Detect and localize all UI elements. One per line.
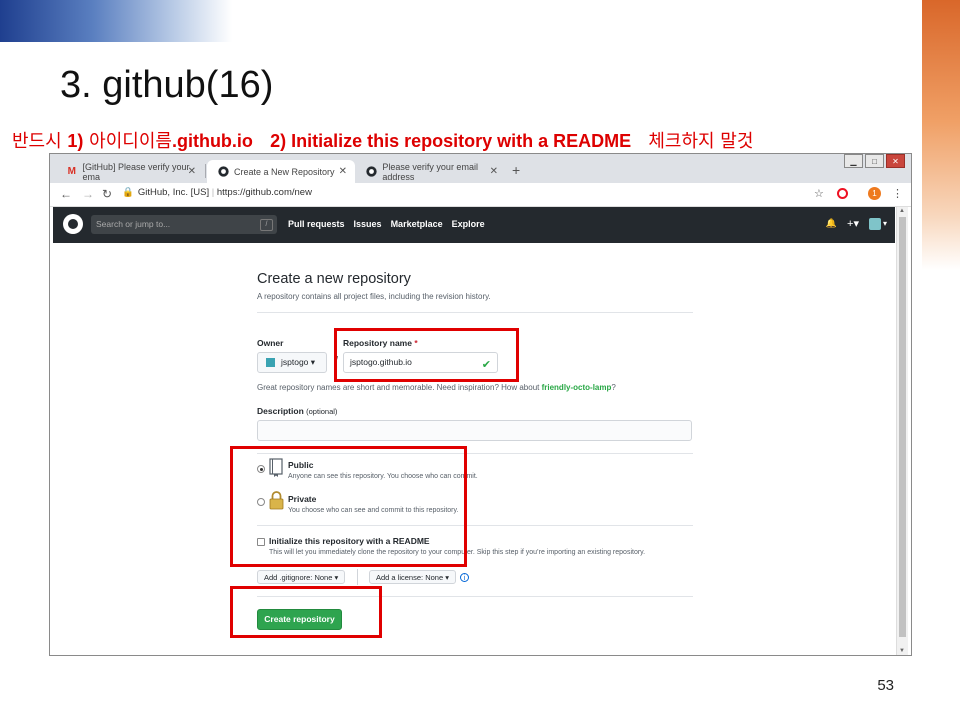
close-icon[interactable]: ✕ <box>188 166 196 177</box>
description-label: Description (optional) <box>257 406 337 416</box>
hint-text: Great repository names are short and mem… <box>257 383 542 392</box>
owner-avatar-icon <box>266 358 275 367</box>
window-close-icon[interactable]: ✕ <box>886 154 905 168</box>
address-bar: ← → ↻ 🔒 GitHub, Inc. [US] | https://githu… <box>50 183 911 207</box>
tab-bar: M [GitHub] Please verify your ema ✕ Crea… <box>50 154 911 183</box>
avatar <box>868 217 881 230</box>
search-input[interactable]: Search or jump to... / <box>91 215 277 234</box>
slide-header-decoration <box>0 0 232 42</box>
minimize-icon[interactable]: ▁ <box>844 154 863 168</box>
new-tab-button[interactable]: + <box>512 162 520 178</box>
browser-screenshot: M [GitHub] Please verify your ema ✕ Crea… <box>49 153 912 656</box>
highlight-create-button <box>230 586 382 638</box>
page-title: Create a new repository <box>257 271 411 287</box>
bookmark-star-icon[interactable]: ☆ <box>814 187 824 200</box>
tab-create-repository[interactable]: Create a New Repository ✕ <box>207 160 355 183</box>
maximize-icon[interactable]: □ <box>865 154 884 168</box>
owner-value: jsptogo ▾ <box>281 357 316 367</box>
owner-label: Owner <box>257 338 284 348</box>
scroll-up-icon[interactable]: ▲ <box>899 208 905 214</box>
profile-avatar[interactable]: 1 <box>868 187 881 200</box>
forward-icon[interactable]: → <box>82 187 94 201</box>
search-shortcut-key: / <box>260 219 273 231</box>
description-input[interactable] <box>257 420 692 441</box>
name-suggestion-hint: Great repository names are short and mem… <box>257 383 616 392</box>
divider <box>357 569 358 585</box>
header-actions: 🔔 +▾ ▾ <box>826 217 887 230</box>
url-org: GitHub, Inc. [US] <box>137 187 210 198</box>
nav-issues[interactable]: Issues <box>354 219 382 229</box>
instruction-step1-domain: .github.io <box>171 131 253 151</box>
description-label-text: Description <box>257 406 304 416</box>
instruction-step2: 2) Initialize this repository with a REA… <box>270 131 632 151</box>
tab-gmail[interactable]: M [GitHub] Please verify your ema ✕ <box>56 160 204 183</box>
window-controls: ▁ □ ✕ <box>844 154 905 168</box>
user-menu[interactable]: ▾ <box>868 217 887 230</box>
nav-marketplace[interactable]: Marketplace <box>391 219 443 229</box>
slide-instruction: 반드시 1) 아이디이름.github.io 2) Initialize thi… <box>12 127 753 153</box>
github-logo-icon[interactable] <box>63 214 83 234</box>
lock-icon: 🔒 <box>122 187 134 198</box>
close-icon[interactable]: ✕ <box>339 166 347 177</box>
url-separator: | <box>211 187 215 198</box>
suggested-name-link[interactable]: friendly-octo-lamp <box>542 383 612 392</box>
instruction-prefix: 반드시 <box>12 131 68 152</box>
info-icon[interactable]: i <box>460 573 469 582</box>
license-dropdown[interactable]: Add a license: None ▾ <box>369 570 456 584</box>
scroll-down-icon[interactable]: ▼ <box>899 648 905 654</box>
instruction-step1-number: 1) <box>67 131 84 151</box>
gmail-icon: M <box>67 166 76 177</box>
slide-side-decoration <box>922 0 960 270</box>
highlight-repository-name <box>334 328 519 382</box>
tab-label: [GitHub] Please verify your ema <box>82 161 190 182</box>
notification-bell-icon[interactable]: 🔔 <box>826 218 837 229</box>
highlight-visibility-readme <box>230 446 467 567</box>
owner-dropdown[interactable]: jsptogo ▾ <box>257 352 327 373</box>
create-new-dropdown[interactable]: +▾ <box>847 217 859 230</box>
gitignore-dropdown[interactable]: Add .gitignore: None ▾ <box>257 570 346 584</box>
github-icon <box>366 166 377 178</box>
page-scrollbar[interactable]: ▲ ▼ <box>896 207 908 655</box>
tab-divider <box>205 164 206 178</box>
page-number: 53 <box>877 677 894 694</box>
divider <box>257 312 693 313</box>
nav-pull-requests[interactable]: Pull requests <box>288 219 345 229</box>
github-header: Search or jump to... / Pull requests Iss… <box>53 207 895 243</box>
reload-icon[interactable]: ↻ <box>102 187 112 201</box>
page-subtitle: A repository contains all project files,… <box>257 292 491 301</box>
slide-title: 3. github(16) <box>60 64 274 106</box>
opera-icon[interactable] <box>837 188 848 199</box>
tab-label: Please verify your email address <box>382 161 478 182</box>
scroll-thumb[interactable] <box>899 217 906 637</box>
chevron-down-icon: ▾ <box>882 219 887 228</box>
hint-suffix: ? <box>611 383 616 392</box>
back-icon[interactable]: ← <box>60 187 72 201</box>
instruction-suffix: 체크하지 말것 <box>648 131 754 152</box>
search-placeholder: Search or jump to... <box>96 219 171 229</box>
tab-label: Create a New Repository <box>234 166 335 177</box>
header-nav: Pull requests Issues Marketplace Explore <box>288 219 485 229</box>
tab-verify-email[interactable]: Please verify your email address ✕ <box>356 160 506 183</box>
menu-icon[interactable]: ⋮ <box>892 187 903 200</box>
nav-explore[interactable]: Explore <box>452 219 485 229</box>
github-icon <box>217 166 229 178</box>
description-optional: (optional) <box>306 407 338 416</box>
instruction-step1-korean: 아이디이름 <box>83 131 172 152</box>
url-text: https://github.com/new <box>216 187 312 198</box>
close-icon[interactable]: ✕ <box>490 166 498 177</box>
url-field[interactable]: 🔒 GitHub, Inc. [US] | https://github.com/… <box>122 187 312 198</box>
